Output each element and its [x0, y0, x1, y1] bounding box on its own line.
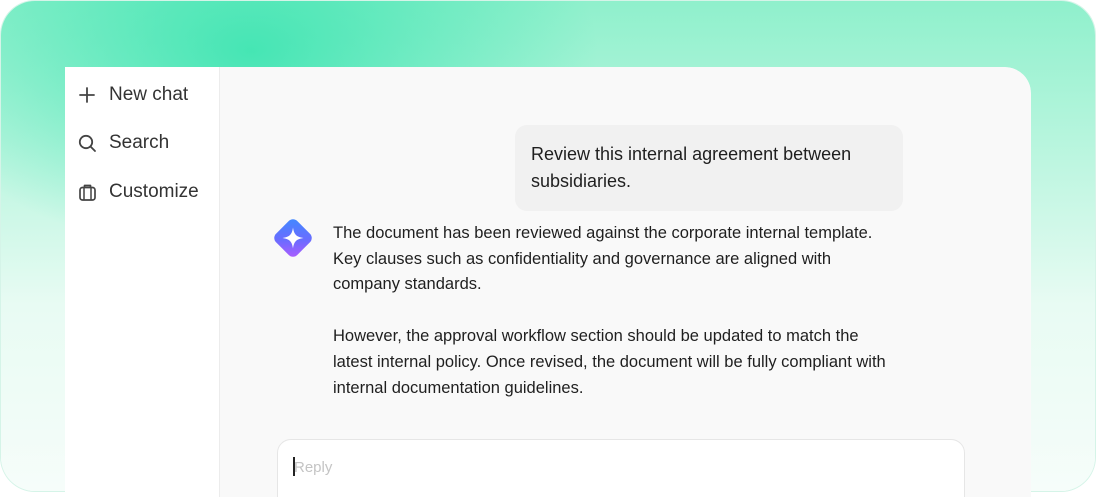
search-icon — [77, 133, 97, 153]
sidebar: New chat Search Customize — [65, 67, 220, 497]
chat-app-window: New chat Search Customize Review this in… — [65, 67, 1031, 497]
sidebar-item-customize[interactable]: Customize — [77, 178, 199, 206]
briefcase-icon — [77, 182, 97, 202]
sidebar-item-new-chat[interactable]: New chat — [77, 81, 188, 109]
assistant-paragraph: However, the approval workflow section s… — [333, 327, 886, 397]
sidebar-item-label: Search — [109, 132, 170, 153]
assistant-message: The document has been reviewed against t… — [333, 221, 893, 401]
sparkle-icon — [268, 213, 318, 263]
reply-box[interactable] — [277, 439, 965, 497]
reply-input[interactable] — [292, 458, 936, 477]
user-message-bubble: Review this internal agreement between s… — [515, 125, 903, 211]
sidebar-item-search[interactable]: Search — [77, 129, 169, 157]
user-message-text: Review this internal agreement between s… — [531, 144, 852, 191]
sidebar-item-label: Customize — [109, 181, 199, 202]
plus-icon — [77, 85, 97, 105]
conversation-panel: Review this internal agreement between s… — [220, 67, 1031, 497]
assistant-paragraph: The document has been reviewed against t… — [333, 224, 873, 294]
sidebar-item-label: New chat — [109, 84, 189, 105]
